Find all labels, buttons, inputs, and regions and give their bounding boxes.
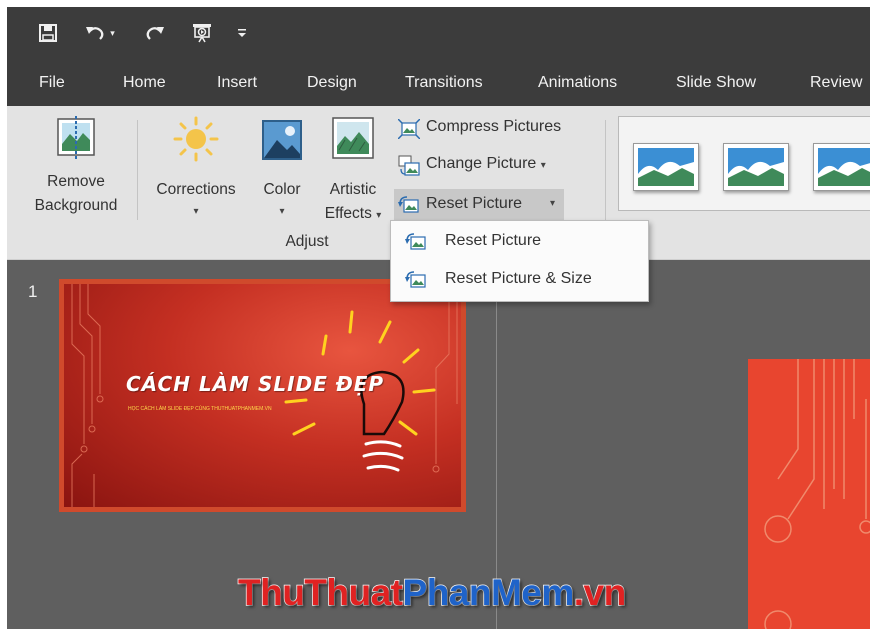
picture-styles-gallery [618, 116, 870, 211]
tab-insert[interactable]: Insert [217, 74, 257, 92]
start-from-beginning-icon[interactable] [187, 18, 217, 48]
tab-transitions[interactable]: Transitions [405, 74, 483, 92]
ribbon-tabs: File Home Insert Design Transitions Anim… [7, 62, 870, 106]
picture-style-preview-icon [638, 148, 694, 186]
customize-toolbar-icon[interactable] [232, 18, 252, 48]
tab-design[interactable]: Design [307, 74, 357, 92]
slide-subtitle: HỌC CÁCH LÀM SLIDE ĐẸP CÙNG THUTHUATPHAN… [128, 406, 272, 412]
reset-picture-icon [405, 233, 426, 250]
slide-title: CÁCH LÀM SLIDE ĐẸP [126, 372, 385, 396]
corrections-sun-icon [173, 116, 219, 162]
menu-item-label: Reset Picture [445, 232, 542, 249]
corrections-button[interactable]: Corrections ▾ [145, 114, 247, 226]
corrections-label: Corrections [156, 181, 236, 198]
picture-style-thumbnail[interactable] [813, 143, 870, 191]
tab-review[interactable]: Review [810, 74, 862, 92]
color-label: Color [263, 181, 301, 198]
compress-pictures-icon [398, 119, 420, 139]
ribbon-separator [605, 120, 606, 220]
artistic-effects-button[interactable]: Artistic Effects ▾ [315, 114, 391, 226]
color-icon [262, 120, 302, 160]
ribbon-separator [137, 120, 138, 220]
picture-style-preview-icon [728, 148, 784, 186]
tab-home[interactable]: Home [123, 74, 166, 92]
reset-picture-dropdown-icon[interactable]: ▾ [550, 198, 555, 209]
slide-thumbnail[interactable]: CÁCH LÀM SLIDE ĐẸP HỌC CÁCH LÀM SLIDE ĐẸ… [64, 284, 461, 507]
picture-style-thumbnail[interactable] [633, 143, 699, 191]
site-watermark: ThuThuatPhanMem.vn [237, 571, 627, 614]
save-icon[interactable] [33, 18, 63, 48]
artistic-effects-label-2: Effects ▾ [324, 205, 382, 222]
artistic-effects-icon [332, 117, 374, 159]
reset-picture-size-icon [405, 271, 426, 288]
menu-item-reset-picture[interactable]: Reset Picture [391, 223, 648, 259]
corrections-dropdown-icon: ▾ [193, 206, 199, 217]
remove-background-button[interactable]: Remove Background [21, 114, 131, 226]
remove-background-label-1: Remove [47, 173, 105, 190]
change-picture-label: Change Picture ▾ [426, 155, 546, 172]
slide-number: 1 [28, 282, 38, 301]
circuit-pattern-graphic [764, 359, 870, 629]
group-label-adjust: Adjust [285, 233, 329, 250]
undo-icon[interactable]: ▾ [77, 18, 123, 48]
powerpoint-window: ▾ File Home Insert Design Transitions An… [7, 7, 870, 629]
artistic-effects-label-1: Artistic [329, 181, 377, 198]
tab-file[interactable]: File [39, 74, 65, 92]
compress-pictures-button[interactable]: Compress Pictures [395, 116, 595, 142]
slide-canvas-preview[interactable] [748, 359, 870, 629]
color-dropdown-icon: ▾ [279, 206, 285, 217]
compress-pictures-label: Compress Pictures [426, 118, 562, 135]
picture-style-thumbnail[interactable] [723, 143, 789, 191]
undo-dropdown-icon[interactable]: ▾ [110, 28, 115, 39]
tab-slide-show[interactable]: Slide Show [676, 74, 756, 92]
reset-picture-label: Reset Picture [426, 195, 523, 212]
reset-picture-icon [398, 196, 419, 213]
reset-picture-menu: Reset Picture Reset Picture & Size [390, 220, 649, 302]
picture-style-preview-icon [818, 148, 870, 186]
color-button[interactable]: Color ▾ [251, 114, 313, 226]
title-bar: ▾ [7, 7, 870, 62]
reset-picture-button[interactable]: Reset Picture ▾ [394, 189, 564, 221]
change-picture-icon [398, 155, 420, 176]
menu-item-label: Reset Picture & Size [445, 270, 592, 287]
change-picture-button[interactable]: Change Picture ▾ [395, 153, 595, 179]
remove-background-icon [57, 116, 95, 160]
remove-background-label-2: Background [34, 197, 118, 214]
redo-icon[interactable] [139, 18, 169, 48]
menu-item-reset-picture-and-size[interactable]: Reset Picture & Size [391, 261, 648, 297]
tab-animations[interactable]: Animations [538, 74, 617, 92]
